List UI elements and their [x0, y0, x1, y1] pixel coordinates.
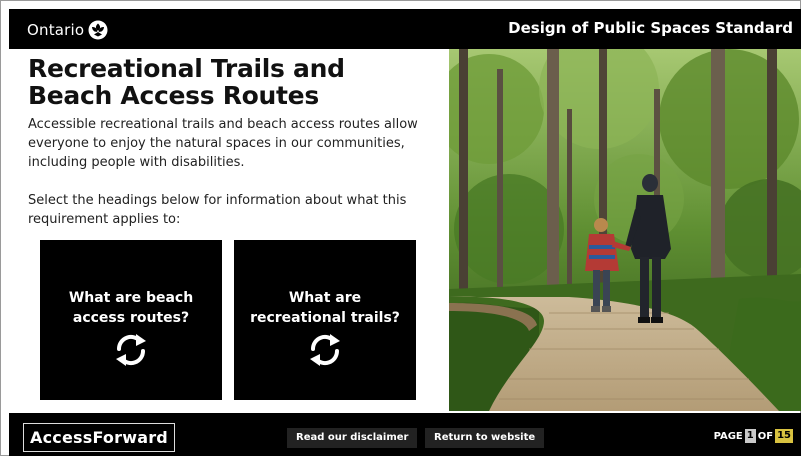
page-title: Recreational Trails and Beach Access Rou…	[28, 54, 345, 110]
brand-text: Ontario	[27, 21, 85, 39]
instruction-text: Select the headings below for informatio…	[28, 193, 407, 227]
refresh-icon	[116, 334, 146, 366]
accessforward-logo[interactable]: AccessForward	[23, 423, 175, 452]
ontario-logo[interactable]: Ontario	[27, 20, 108, 40]
card-label: What are recreational trails?	[250, 290, 400, 326]
page-of: OF	[757, 430, 774, 442]
page-current: 1	[744, 429, 756, 443]
beach-access-routes-card[interactable]: What are beach access routes?	[40, 240, 222, 400]
intro-text: Accessible recreational trails and beach…	[28, 117, 418, 170]
photo-illustration	[449, 49, 801, 411]
top-header: Ontario Design of Public Spaces Standard	[9, 9, 801, 49]
page-prefix: PAGE	[713, 430, 743, 442]
main-content: Recreational Trails and Beach Access Rou…	[9, 49, 449, 411]
app-frame: Ontario Design of Public Spaces Standard…	[0, 0, 801, 456]
return-to-website-button[interactable]: Return to website	[425, 428, 545, 448]
page-indicator: PAGE 1 OF 15	[714, 429, 793, 443]
trillium-icon	[88, 20, 108, 40]
read-disclaimer-button[interactable]: Read our disclaimer	[287, 428, 418, 448]
standard-title: Design of Public Spaces Standard	[508, 19, 793, 37]
bottom-footer: AccessForward Read our disclaimer Return…	[9, 413, 801, 456]
card-label: What are beach access routes?	[68, 290, 194, 326]
forest-boardwalk-photo	[449, 49, 801, 411]
page-total: 15	[775, 429, 793, 443]
refresh-icon	[310, 334, 340, 366]
recreational-trails-card[interactable]: What are recreational trails?	[234, 240, 416, 400]
